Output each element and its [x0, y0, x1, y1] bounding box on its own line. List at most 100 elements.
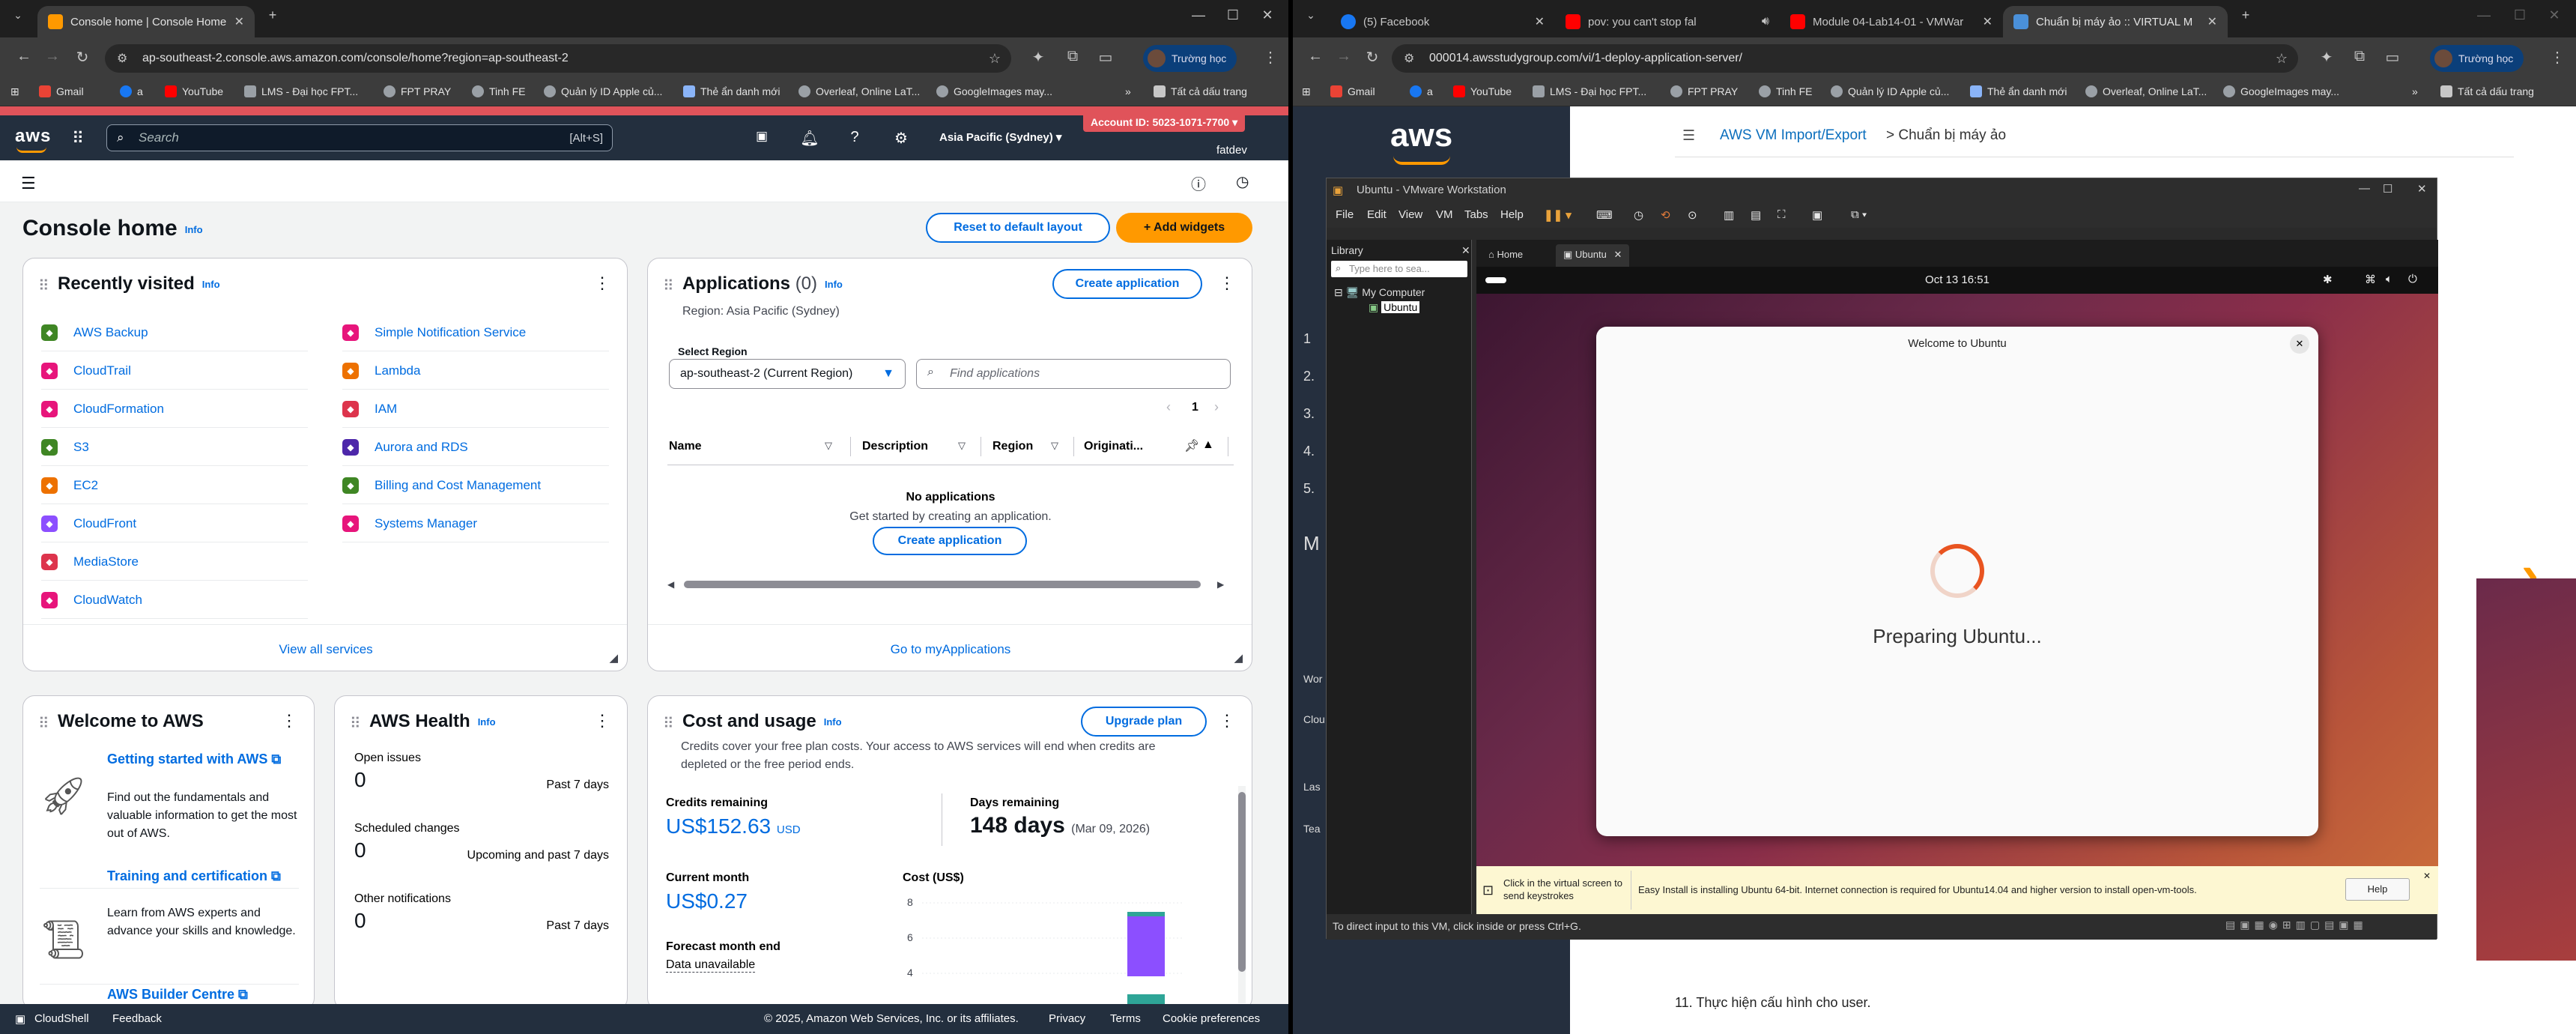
drag-handle-icon[interactable]: ⠿: [663, 714, 674, 733]
info-link[interactable]: Info: [202, 279, 220, 290]
close-dialog-icon[interactable]: ✕: [2290, 334, 2309, 354]
new-tab-icon[interactable]: +: [258, 7, 288, 23]
more-bookmarks-icon[interactable]: »: [1125, 85, 1131, 97]
maximize-icon[interactable]: ☐: [2505, 7, 2535, 23]
upgrade-plan-button[interactable]: Upgrade plan: [1081, 707, 1207, 737]
service-link[interactable]: ◆ Billing and Cost Management: [342, 467, 609, 504]
service-link[interactable]: ◆ MediaStore: [41, 543, 308, 581]
site-info-icon[interactable]: ⚙: [1404, 51, 1419, 66]
apps-grid-icon[interactable]: ⊞: [10, 85, 19, 98]
health-value[interactable]: 0: [354, 838, 366, 862]
cost-bar-segment[interactable]: [1127, 916, 1165, 976]
bookmark-youtube[interactable]: YouTube: [1453, 85, 1512, 97]
widget-menu-icon[interactable]: ⋮: [594, 273, 610, 293]
close-icon[interactable]: ✕: [2417, 182, 2427, 196]
bookmark-googleimages[interactable]: GoogleImages may...: [2223, 85, 2339, 97]
side-item[interactable]: 4.: [1303, 444, 1315, 459]
recent-history-icon[interactable]: ◷: [1236, 172, 1249, 191]
profile-chip[interactable]: Trường học: [1143, 45, 1237, 72]
region-selector[interactable]: Asia Pacific (Sydney) ▾: [939, 130, 1061, 144]
browser-menu-icon[interactable]: ⋮: [1258, 48, 1282, 67]
tab-youtube-pov[interactable]: pov: you can't stop fal 🔊︎: [1555, 6, 1780, 37]
sort-asc-icon[interactable]: ▲: [1202, 438, 1214, 452]
bookmark-overleaf[interactable]: Overleaf, Online LaT...: [798, 85, 920, 97]
health-value[interactable]: 0: [354, 909, 366, 933]
drag-handle-icon[interactable]: ⠿: [38, 276, 49, 295]
tab-youtube-module[interactable]: Module 04-Lab14-01 - VMWar ✕: [1780, 6, 2003, 37]
close-library-icon[interactable]: ✕: [1461, 244, 1470, 257]
vertical-scrollbar[interactable]: [1238, 786, 1246, 1003]
bookmark-star-icon[interactable]: ☆: [2276, 51, 2288, 67]
widget-menu-icon[interactable]: ⋮: [594, 711, 610, 731]
close-tab-icon[interactable]: ✕: [1529, 14, 1545, 29]
getting-started-link[interactable]: Getting started with AWS ⧉: [107, 750, 302, 768]
more-bookmarks-icon[interactable]: »: [2412, 85, 2418, 97]
drag-handle-icon[interactable]: ⠿: [663, 276, 674, 295]
horizontal-scrollbar[interactable]: [684, 581, 1201, 588]
sort-icon[interactable]: ▽: [825, 440, 832, 452]
sidebar-icon[interactable]: ▭: [2380, 48, 2404, 67]
bookmark-facebook[interactable]: a: [1410, 85, 1433, 97]
aws-logo[interactable]: aws: [1390, 117, 1452, 154]
manage-snapshots-icon[interactable]: ⊙: [1688, 208, 1697, 222]
service-link[interactable]: ◆ CloudFront: [41, 505, 308, 542]
column-region[interactable]: Region: [992, 440, 1033, 453]
library-search-input[interactable]: ⌕ Type here to sea...: [1331, 261, 1467, 277]
service-link[interactable]: ◆ Lambda: [342, 352, 609, 390]
bookmark-tinh-fe[interactable]: Tinh FE: [472, 85, 526, 97]
info-link[interactable]: Info: [824, 716, 842, 728]
resize-handle-icon[interactable]: ◢: [609, 651, 618, 665]
reload-icon[interactable]: ↻: [69, 48, 96, 67]
volume-icon[interactable]: 🔈︎: [2386, 273, 2392, 285]
training-certification-link[interactable]: Training and certification ⧉: [107, 867, 302, 885]
create-application-button[interactable]: Create application: [1052, 269, 1202, 299]
send-keys-icon[interactable]: ⌨: [1596, 208, 1613, 222]
close-window-icon[interactable]: ✕: [2539, 7, 2569, 23]
side-item[interactable]: 3.: [1303, 406, 1315, 422]
power-icon[interactable]: ⏻: [2408, 273, 2417, 285]
side-item[interactable]: 1: [1303, 331, 1311, 347]
close-tab-icon[interactable]: ✕: [2201, 14, 2217, 29]
close-tab-icon[interactable]: ✕: [1613, 249, 1622, 260]
all-bookmarks[interactable]: Tất cả dấu trang: [2440, 85, 2534, 97]
breadcrumb-link[interactable]: AWS VM Import/Export: [1720, 127, 1867, 144]
site-info-icon[interactable]: ⚙: [117, 51, 132, 66]
bookmark-lms[interactable]: LMS - Đại học FPT...: [244, 85, 358, 97]
region-select[interactable]: ap-southeast-2 (Current Region) ▼: [669, 359, 906, 389]
tree-my-computer[interactable]: ⊟ 🖥︎ My Computer: [1334, 286, 1425, 299]
bookmark-lms[interactable]: LMS - Đại học FPT...: [1533, 85, 1646, 97]
service-link[interactable]: ◆ CloudTrail: [41, 352, 308, 390]
bookmark-fpt-pray[interactable]: FPT PRAY: [384, 85, 451, 97]
service-link[interactable]: ◆ CloudWatch: [41, 581, 308, 619]
aws-logo[interactable]: aws: [15, 126, 51, 147]
puzzle-icon[interactable]: ⧉: [1061, 48, 1085, 65]
bookmark-googleimages[interactable]: GoogleImages may...: [936, 85, 1052, 97]
tab-search-icon[interactable]: ⌄: [1296, 9, 1326, 22]
view-all-services-link[interactable]: View all services: [23, 642, 627, 657]
close-tab-icon[interactable]: ✕: [1977, 14, 1992, 29]
audio-icon[interactable]: 🔊︎: [1756, 15, 1769, 28]
minimize-icon[interactable]: —: [1184, 7, 1213, 23]
menu-vm[interactable]: VM: [1436, 208, 1453, 221]
feedback-link[interactable]: Feedback: [112, 1012, 162, 1025]
aws-search-input[interactable]: ⌕ Search [Alt+S]: [106, 124, 613, 151]
cost-bar-segment[interactable]: [1127, 994, 1165, 1004]
service-link[interactable]: ◆ AWS Backup: [41, 314, 308, 351]
menu-help[interactable]: Help: [1500, 208, 1524, 221]
tab-search-icon[interactable]: ⌄: [3, 9, 33, 22]
widget-menu-icon[interactable]: ⋮: [281, 711, 297, 731]
bookmark-facebook[interactable]: a: [120, 85, 143, 97]
scroll-left-icon[interactable]: ◀: [667, 579, 674, 590]
account-user-menu[interactable]: fatdev: [1216, 144, 1247, 157]
console-view-icon[interactable]: ▣: [1812, 208, 1822, 222]
accessibility-icon[interactable]: ✱: [2323, 273, 2333, 286]
add-widgets-button[interactable]: + Add widgets: [1116, 213, 1252, 243]
scroll-right-icon[interactable]: ▶: [1217, 579, 1224, 590]
builder-centre-link[interactable]: AWS Builder Centre ⧉: [107, 987, 302, 1003]
service-link[interactable]: ◆ EC2: [41, 467, 308, 504]
pin-icon[interactable]: 📌︎: [1184, 438, 1199, 453]
column-origination[interactable]: Originati...: [1084, 440, 1143, 453]
extension-icon[interactable]: ✦: [1026, 48, 1050, 67]
tree-ubuntu[interactable]: ▣ Ubuntu: [1369, 301, 1420, 314]
tab-home[interactable]: ⌂ Home: [1481, 244, 1530, 267]
